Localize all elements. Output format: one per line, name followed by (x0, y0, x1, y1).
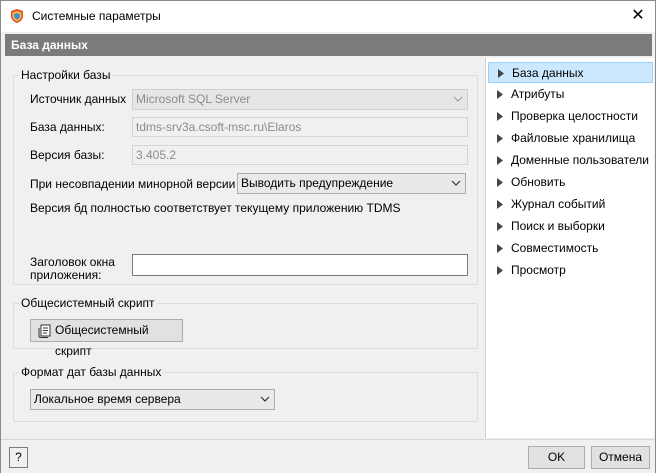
app-title-input[interactable] (132, 254, 468, 276)
chevron-right-icon (497, 178, 503, 187)
help-button[interactable]: ? (9, 447, 28, 468)
cancel-button-label: Отмена (598, 450, 643, 464)
section-header: База данных (5, 34, 652, 56)
source-value: Microsoft SQL Server (136, 92, 251, 106)
date-format-legend: Формат дат базы данных (19, 365, 164, 379)
nav-item-attributes[interactable]: Атрибуты (488, 84, 653, 105)
nav-item-label: База данных (512, 66, 584, 80)
system-script-button[interactable]: Общесистемный скрипт (30, 319, 183, 358)
date-format-select[interactable]: Локальное время сервера (30, 389, 275, 410)
nav-item-event-log[interactable]: Журнал событий (488, 194, 653, 215)
chevron-down-icon (451, 180, 461, 186)
version-label: Версия базы: (30, 148, 105, 162)
title-bar[interactable]: Системные параметры ✕ (1, 1, 655, 32)
nav-item-label: Файловые хранилища (511, 131, 636, 145)
nav-item-label: Журнал событий (511, 197, 606, 211)
help-icon: ? (15, 450, 22, 464)
system-script-button-label: Общесистемный скрипт (55, 323, 149, 358)
date-format-value: Локальное время сервера (34, 392, 181, 406)
nav-item-label: Проверка целостности (511, 109, 638, 123)
settings-nav: База данных Атрибуты Проверка целостност… (485, 58, 654, 438)
source-select: Microsoft SQL Server (132, 89, 468, 110)
chevron-down-icon (453, 96, 463, 102)
app-title-label-line2: приложения: (30, 268, 102, 282)
nav-item-label: Атрибуты (511, 87, 565, 101)
close-icon: ✕ (631, 7, 645, 24)
close-button[interactable]: ✕ (621, 3, 655, 30)
window-title: Системные параметры (32, 9, 161, 23)
database-label: База данных: (30, 120, 105, 134)
nav-item-label: Доменные пользователи (511, 153, 649, 167)
nav-item-search-queries[interactable]: Поиск и выборки (488, 216, 653, 237)
nav-item-label: Просмотр (511, 263, 566, 277)
nav-item-integrity-check[interactable]: Проверка целостности (488, 106, 653, 127)
chevron-right-icon (497, 244, 503, 253)
nav-item-label: Поиск и выборки (511, 219, 605, 233)
nav-item-file-storage[interactable]: Файловые хранилища (488, 128, 653, 149)
ok-button-label: OK (547, 450, 566, 464)
nav-item-update[interactable]: Обновить (488, 172, 653, 193)
db-settings-legend: Настройки базы (19, 68, 113, 82)
mismatch-select[interactable]: Выводить предупреждение (237, 173, 466, 194)
nav-item-label: Совместимость (511, 241, 599, 255)
mismatch-label: При несовпадении минорной версии бд: (30, 177, 256, 191)
script-icon (38, 324, 51, 338)
chevron-right-icon (497, 112, 503, 121)
system-settings-window: Системные параметры ✕ База данных Настро… (0, 0, 656, 473)
nav-item-label: Обновить (511, 175, 566, 189)
chevron-right-icon (497, 200, 503, 209)
chevron-right-icon (497, 134, 503, 143)
version-status-text: Версия бд полностью соответствует текуще… (30, 201, 401, 215)
settings-panel: Настройки базы Источник данных Microsoft… (5, 58, 483, 438)
nav-item-database[interactable]: База данных (488, 62, 653, 83)
mismatch-value: Выводить предупреждение (241, 176, 394, 190)
nav-item-compatibility[interactable]: Совместимость (488, 238, 653, 259)
cancel-button[interactable]: Отмена (591, 446, 650, 469)
chevron-down-icon (260, 396, 270, 402)
app-title-label-line1: Заголовок окна (30, 255, 115, 269)
chevron-right-icon (497, 222, 503, 231)
source-label: Источник данных (30, 92, 127, 106)
chevron-right-icon (497, 156, 503, 165)
system-script-legend: Общесистемный скрипт (19, 296, 157, 310)
ok-button[interactable]: OK (528, 446, 585, 469)
chevron-right-icon (497, 90, 503, 99)
nav-item-view[interactable]: Просмотр (488, 260, 653, 281)
database-field: tdms-srv3a.csoft-msc.ru\Elaros (132, 117, 468, 137)
nav-item-domain-users[interactable]: Доменные пользователи (488, 150, 653, 171)
chevron-right-icon (497, 266, 503, 275)
version-field: 3.405.2 (132, 145, 468, 165)
chevron-right-icon (498, 69, 504, 78)
dialog-footer: ? OK Отмена (1, 439, 655, 473)
app-shield-icon (11, 9, 23, 23)
